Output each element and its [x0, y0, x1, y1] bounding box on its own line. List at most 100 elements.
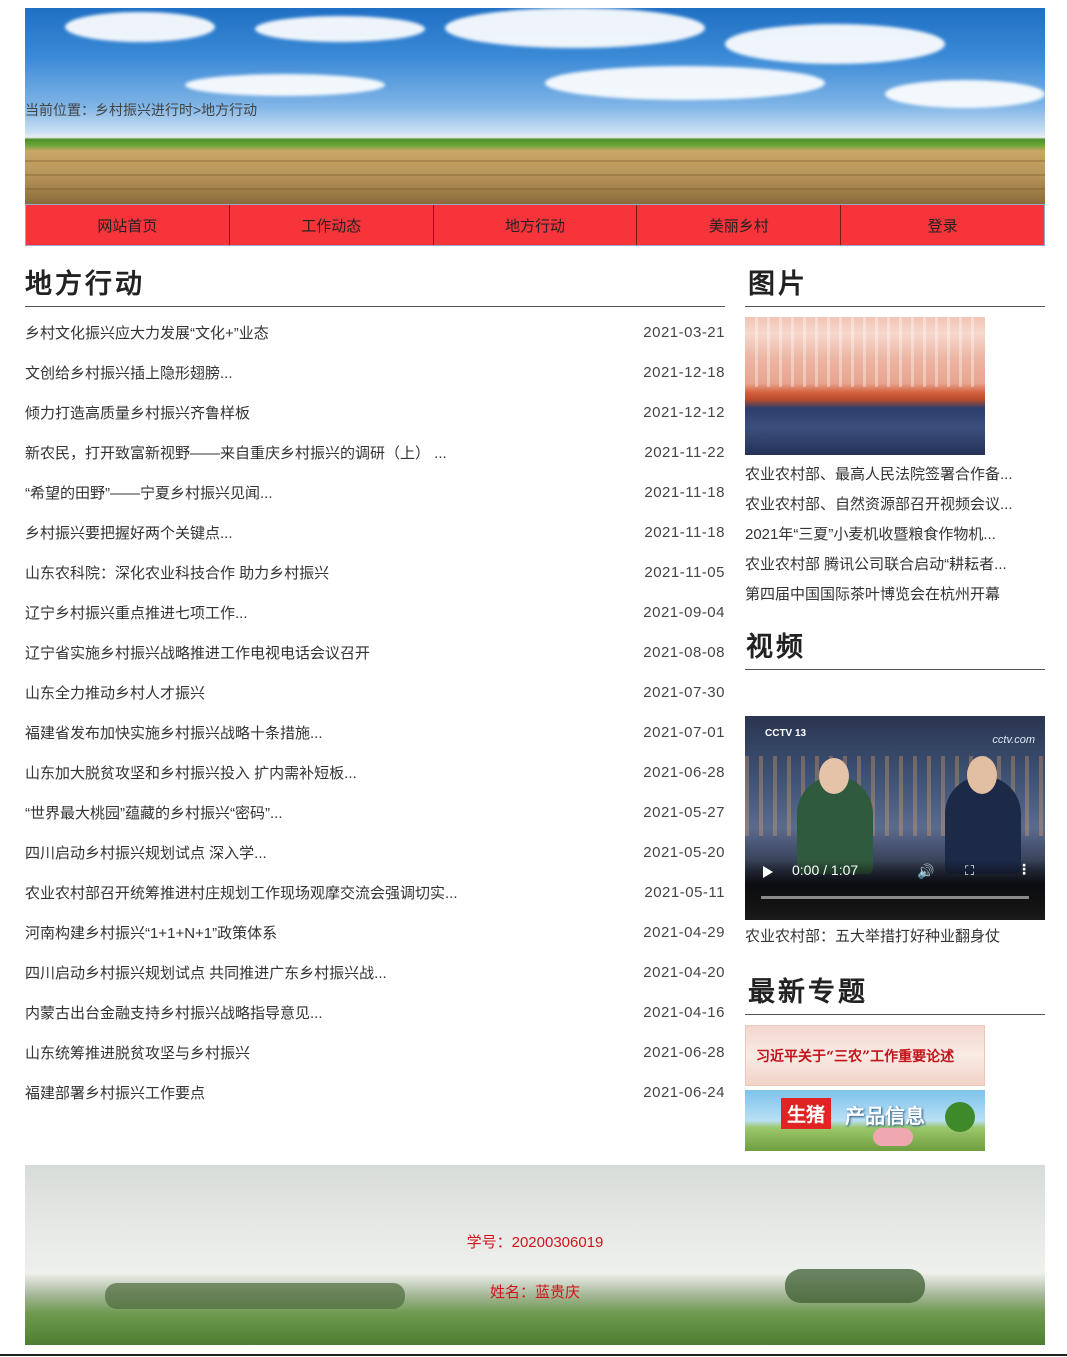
news-title[interactable]: 倾力打造高质量乡村振兴齐鲁样板: [25, 402, 250, 423]
news-item[interactable]: 福建省发布加快实施乡村振兴战略十条措施... 2021-07-01: [25, 712, 725, 752]
breadcrumb: 当前位置：乡村振兴进行时>地方行动: [25, 102, 258, 118]
cloud-decoration: [65, 12, 215, 42]
picture-item[interactable]: 农业农村部 腾讯公司联合启动“耕耘者...: [745, 550, 1045, 580]
topic-banner-text: 产品信息: [845, 1104, 925, 1128]
topic-banner-text: 习近平关于“三农”工作重要论述: [756, 1049, 955, 1065]
fullscreen-icon[interactable]: ⛶: [965, 863, 974, 879]
news-title[interactable]: 内蒙古出台金融支持乡村振兴战略指导意见...: [25, 1002, 323, 1023]
news-date: 2021-04-29: [643, 923, 725, 941]
picture-item[interactable]: 农业农村部、自然资源部召开视频会议...: [745, 490, 1045, 520]
news-title[interactable]: 山东全力推动乡村人才振兴: [25, 682, 205, 703]
news-date: 2021-11-05: [644, 563, 725, 581]
pig-icon: [873, 1128, 913, 1146]
divider: [745, 306, 1045, 307]
cloud-decoration: [255, 16, 425, 42]
picture-item[interactable]: 第四届中国国际茶叶博览会在杭州开幕: [745, 580, 1045, 610]
news-title[interactable]: 辽宁乡村振兴重点推进七项工作...: [25, 602, 248, 623]
nav-item-work-news[interactable]: 工作动态: [230, 205, 434, 245]
cloud-decoration: [185, 74, 385, 96]
picture-list: 农业农村部、最高人民法院签署合作备... 农业农村部、自然资源部召开视频会议..…: [745, 460, 1045, 610]
channel-logo: CCTV 13: [765, 728, 807, 739]
news-item[interactable]: “希望的田野”——宁夏乡村振兴见闻... 2021-11-18: [25, 472, 725, 512]
news-title[interactable]: 四川启动乡村振兴规划试点 深入学...: [25, 842, 267, 863]
news-item[interactable]: 辽宁省实施乡村振兴战略推进工作电视电话会议召开 2021-08-08: [25, 632, 725, 672]
video-caption[interactable]: 农业农村部：五大举措打好种业翻身仗: [745, 925, 1000, 946]
news-date: 2021-11-18: [644, 523, 725, 541]
video-time: 0:00 / 1:07: [792, 862, 859, 878]
news-title[interactable]: “世界最大桃园”蕴藏的乡村振兴“密码”...: [25, 802, 283, 823]
news-date: 2021-08-08: [643, 643, 725, 661]
section-title-topics: 最新专题: [748, 977, 868, 1008]
video-controls: [745, 860, 1045, 920]
news-item[interactable]: 乡村文化振兴应大力发展“文化+”业态 2021-03-21: [25, 312, 725, 352]
divider: [25, 306, 725, 307]
news-title[interactable]: 山东加大脱贫攻坚和乡村振兴投入 扩内需补短板...: [25, 762, 357, 783]
topic-banner-pig-info[interactable]: 生猪 产品信息: [745, 1090, 985, 1151]
cloud-decoration: [545, 66, 825, 100]
news-item[interactable]: 福建部署乡村振兴工作要点 2021-06-24: [25, 1072, 725, 1112]
news-item[interactable]: 山东统筹推进脱贫攻坚与乡村振兴 2021-06-28: [25, 1032, 725, 1072]
news-title[interactable]: 新农民，打开致富新视野——来自重庆乡村振兴的调研（上） ...: [25, 442, 447, 463]
news-item[interactable]: 新农民，打开致富新视野——来自重庆乡村振兴的调研（上） ... 2021-11-2…: [25, 432, 725, 472]
main-nav: 网站首页 工作动态 地方行动 美丽乡村 登录: [25, 204, 1045, 246]
news-item[interactable]: 河南构建乡村振兴“1+1+N+1”政策体系 2021-04-29: [25, 912, 725, 952]
section-title-video: 视频: [746, 632, 806, 663]
nav-item-local-action[interactable]: 地方行动: [434, 205, 638, 245]
news-date: 2021-06-28: [643, 1043, 725, 1061]
news-item[interactable]: 辽宁乡村振兴重点推进七项工作... 2021-09-04: [25, 592, 725, 632]
cloud-decoration: [885, 80, 1045, 108]
tree-icon: [945, 1102, 975, 1132]
news-date: 2021-06-24: [643, 1083, 725, 1101]
news-title[interactable]: “希望的田野”——宁夏乡村振兴见闻...: [25, 482, 273, 503]
news-date: 2021-05-20: [643, 843, 725, 861]
news-date: 2021-11-22: [644, 443, 725, 461]
section-title-pictures: 图片: [748, 269, 808, 300]
news-item[interactable]: 四川启动乡村振兴规划试点 深入学... 2021-05-20: [25, 832, 725, 872]
news-anchor-figure: [967, 756, 997, 794]
divider: [0, 1354, 1067, 1356]
nav-item-home[interactable]: 网站首页: [26, 205, 230, 245]
news-title[interactable]: 文创给乡村振兴插上隐形翅膀...: [25, 362, 233, 383]
news-date: 2021-07-30: [643, 683, 725, 701]
student-id: 学号：20200306019: [466, 1234, 604, 1251]
news-title[interactable]: 四川启动乡村振兴规划试点 共同推进广东乡村振兴战...: [25, 962, 387, 983]
news-date: 2021-06-28: [643, 763, 725, 781]
news-item[interactable]: 内蒙古出台金融支持乡村振兴战略指导意见... 2021-04-16: [25, 992, 725, 1032]
news-item[interactable]: 山东农科院：深化农业科技合作 助力乡村振兴 2021-11-05: [25, 552, 725, 592]
news-item[interactable]: 倾力打造高质量乡村振兴齐鲁样板 2021-12-12: [25, 392, 725, 432]
news-title[interactable]: 福建省发布加快实施乡村振兴战略十条措施...: [25, 722, 323, 743]
news-title[interactable]: 乡村文化振兴应大力发展“文化+”业态: [25, 322, 269, 343]
news-title[interactable]: 农业农村部召开统筹推进村庄规划工作现场观摩交流会强调切实...: [25, 882, 458, 903]
news-title[interactable]: 山东统筹推进脱贫攻坚与乡村振兴: [25, 1042, 250, 1063]
footer: 学号：20200306019 姓名：蓝贵庆: [25, 1165, 1045, 1345]
cloud-decoration: [445, 8, 705, 48]
video-progress-bar[interactable]: [761, 896, 1029, 899]
picture-item[interactable]: 农业农村部、最高人民法院签署合作备...: [745, 460, 1045, 490]
news-date: 2021-04-16: [643, 1003, 725, 1021]
play-icon[interactable]: [763, 866, 773, 878]
nav-item-beautiful-village[interactable]: 美丽乡村: [637, 205, 842, 245]
news-date: 2021-11-18: [644, 483, 725, 501]
divider: [745, 1014, 1045, 1015]
news-title[interactable]: 山东农科院：深化农业科技合作 助力乡村振兴: [25, 562, 329, 583]
news-item[interactable]: “世界最大桃园”蕴藏的乡村振兴“密码”... 2021-05-27: [25, 792, 725, 832]
news-title[interactable]: 辽宁省实施乡村振兴战略推进工作电视电话会议召开: [25, 642, 370, 663]
more-icon[interactable]: ⋮: [1017, 861, 1031, 878]
news-date: 2021-12-18: [643, 363, 725, 381]
news-title[interactable]: 乡村振兴要把握好两个关键点...: [25, 522, 233, 543]
news-item[interactable]: 山东全力推动乡村人才振兴 2021-07-30: [25, 672, 725, 712]
news-item[interactable]: 四川启动乡村振兴规划试点 共同推进广东乡村振兴战... 2021-04-20: [25, 952, 725, 992]
news-item[interactable]: 乡村振兴要把握好两个关键点... 2021-11-18: [25, 512, 725, 552]
news-title[interactable]: 福建部署乡村振兴工作要点: [25, 1082, 205, 1103]
news-title[interactable]: 河南构建乡村振兴“1+1+N+1”政策体系: [25, 922, 277, 943]
volume-icon[interactable]: 🔊: [917, 863, 934, 880]
header-banner: 当前位置：乡村振兴进行时>地方行动: [25, 8, 1045, 204]
news-item[interactable]: 农业农村部召开统筹推进村庄规划工作现场观摩交流会强调切实... 2021-05-1…: [25, 872, 725, 912]
news-item[interactable]: 山东加大脱贫攻坚和乡村振兴投入 扩内需补短板... 2021-06-28: [25, 752, 725, 792]
nav-item-login[interactable]: 登录: [841, 205, 1044, 245]
news-item[interactable]: 文创给乡村振兴插上隐形翅膀... 2021-12-18: [25, 352, 725, 392]
featured-picture[interactable]: [745, 317, 985, 455]
topic-banner-sannong[interactable]: 习近平关于“三农”工作重要论述: [745, 1025, 985, 1086]
video-player[interactable]: CCTV 13 cctv.com 0:00 / 1:07 🔊 ⛶ ⋮: [745, 716, 1045, 920]
picture-item[interactable]: 2021年“三夏”小麦机收暨粮食作物机...: [745, 520, 1045, 550]
